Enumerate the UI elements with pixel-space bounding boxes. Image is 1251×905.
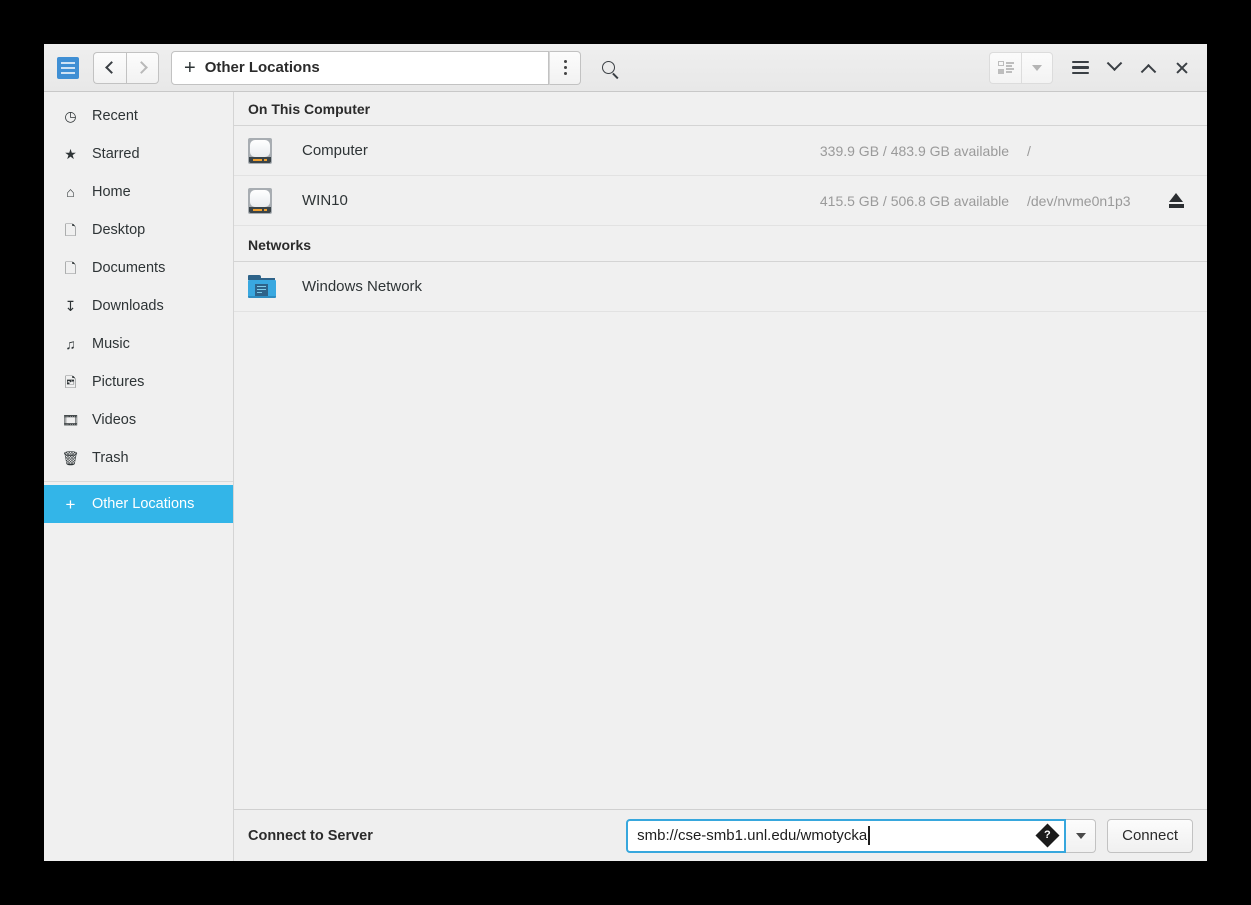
close-x-icon — [1175, 61, 1189, 75]
document-icon: 🗋 — [64, 260, 77, 276]
clock-icon: ◷ — [64, 108, 77, 124]
sidebar-item-music[interactable]: ♫ Music — [44, 325, 233, 363]
image-icon: 🖻 — [64, 374, 77, 390]
eject-button[interactable] — [1159, 192, 1193, 209]
sidebar-item-pictures[interactable]: 🖻 Pictures — [44, 363, 233, 401]
server-address-input[interactable]: smb://cse-smb1.unl.edu/wmotycka ? — [626, 818, 1067, 853]
file-cabinet-icon — [57, 56, 79, 79]
sidebar-item-label: Recent — [92, 108, 138, 124]
sidebar-item-label: Documents — [92, 260, 166, 276]
drive-capacity: 339.9 GB / 483.9 GB available — [819, 142, 1009, 159]
chevron-down-icon — [1106, 55, 1122, 72]
table-row[interactable]: Windows Network — [234, 262, 1207, 312]
text-cursor — [868, 826, 870, 845]
sidebar-separator — [44, 481, 233, 482]
sidebar-item-label: Downloads — [92, 298, 164, 314]
minimize-button[interactable] — [1097, 51, 1131, 85]
view-options-dropdown[interactable] — [1021, 51, 1053, 84]
header-bar: + Other Locations — [44, 44, 1207, 92]
view-mode-group — [989, 51, 1053, 84]
table-row[interactable]: Computer 339.9 GB / 483.9 GB available / — [234, 126, 1207, 176]
hard-drive-icon — [248, 187, 272, 214]
sidebar: ◷ Recent ★ Starred ⌂ Home 🗋 Desktop 🗋 Do… — [44, 92, 234, 861]
search-button[interactable] — [591, 51, 625, 85]
main-menu-button[interactable] — [1063, 51, 1097, 85]
chevron-left-icon — [105, 61, 118, 74]
sidebar-item-recent[interactable]: ◷ Recent — [44, 97, 233, 135]
back-button[interactable] — [93, 51, 126, 84]
sidebar-item-starred[interactable]: ★ Starred — [44, 135, 233, 173]
path-bar[interactable]: + Other Locations — [171, 50, 549, 85]
path-plus-icon: + — [184, 56, 196, 79]
path-menu-button[interactable] — [549, 50, 581, 85]
maximize-button[interactable] — [1131, 51, 1165, 85]
forward-button[interactable] — [126, 51, 159, 84]
table-row[interactable]: WIN10 415.5 GB / 506.8 GB available /dev… — [234, 176, 1207, 226]
help-question-icon[interactable]: ? — [1035, 823, 1060, 848]
main-content: On This Computer Computer 339.9 GB / 483… — [234, 92, 1207, 861]
drive-capacity: 415.5 GB / 506.8 GB available — [819, 192, 1009, 209]
eject-icon — [1168, 192, 1185, 209]
network-folder-icon — [248, 274, 276, 299]
server-history-dropdown-button[interactable] — [1066, 818, 1097, 853]
sidebar-item-label: Desktop — [92, 222, 146, 238]
home-icon: ⌂ — [66, 184, 75, 200]
connect-button[interactable]: Connect — [1107, 818, 1193, 853]
connect-to-server-bar: Connect to Server smb://cse-smb1.unl.edu… — [234, 809, 1207, 861]
film-icon: 🎞 — [61, 412, 80, 428]
group-heading-on-this-computer: On This Computer — [234, 92, 1207, 126]
caret-down-icon — [1075, 832, 1086, 839]
window-body: ◷ Recent ★ Starred ⌂ Home 🗋 Desktop 🗋 Do… — [44, 92, 1207, 861]
sidebar-item-label: Music — [92, 336, 130, 352]
sidebar-item-home[interactable]: ⌂ Home — [44, 173, 233, 211]
download-icon: ↧ — [64, 298, 77, 314]
kebab-dot — [563, 72, 567, 75]
hard-drive-icon — [248, 137, 272, 164]
sidebar-item-documents[interactable]: 🗋 Documents — [44, 249, 233, 287]
chevron-right-icon — [134, 61, 148, 74]
sidebar-item-trash[interactable]: 🗑 Trash — [44, 439, 233, 477]
help-glyph: ? — [1044, 828, 1051, 841]
star-icon: ★ — [64, 146, 77, 162]
list-view-icon — [997, 61, 1014, 74]
sidebar-item-label: Trash — [92, 450, 129, 466]
music-note-icon: ♫ — [65, 336, 76, 352]
drive-device-path: /dev/nvme0n1p3 — [1027, 192, 1131, 209]
page-title: Other Locations — [204, 59, 320, 76]
caret-down-icon — [1032, 64, 1042, 71]
hamburger-menu-icon — [1071, 61, 1089, 74]
close-button[interactable] — [1165, 51, 1199, 85]
plus-icon: + — [65, 494, 76, 514]
server-address-value: smb://cse-smb1.unl.edu/wmotycka — [637, 827, 868, 844]
locations-list: On This Computer Computer 339.9 GB / 483… — [234, 92, 1207, 809]
sidebar-item-downloads[interactable]: ↧ Downloads — [44, 287, 233, 325]
sidebar-item-label: Videos — [92, 412, 137, 428]
kebab-dot — [563, 66, 567, 69]
connect-to-server-label: Connect to Server — [248, 827, 373, 844]
kebab-dot — [563, 60, 567, 63]
drive-device-path: / — [1027, 142, 1031, 159]
document-icon: 🗋 — [64, 222, 77, 238]
search-icon — [601, 61, 615, 74]
file-manager-window: + Other Locations ◷ Recent ★ Starred ⌂ H… — [44, 44, 1207, 861]
trash-icon: 🗑 — [61, 450, 80, 466]
list-view-button[interactable] — [989, 51, 1021, 84]
location-name: WIN10 — [302, 192, 348, 209]
location-name: Windows Network — [302, 278, 423, 295]
sidebar-item-videos[interactable]: 🎞 Videos — [44, 401, 233, 439]
sidebar-item-label: Other Locations — [92, 496, 195, 512]
sidebar-item-desktop[interactable]: 🗋 Desktop — [44, 211, 233, 249]
sidebar-item-label: Home — [92, 184, 131, 200]
navigation-button-group — [93, 51, 159, 84]
sidebar-item-other-locations[interactable]: + Other Locations — [44, 485, 233, 523]
chevron-up-icon — [1140, 63, 1156, 80]
group-heading-networks: Networks — [234, 226, 1207, 262]
sidebar-item-label: Pictures — [92, 374, 145, 390]
sidebar-item-label: Starred — [92, 146, 140, 162]
location-name: Computer — [302, 142, 368, 159]
